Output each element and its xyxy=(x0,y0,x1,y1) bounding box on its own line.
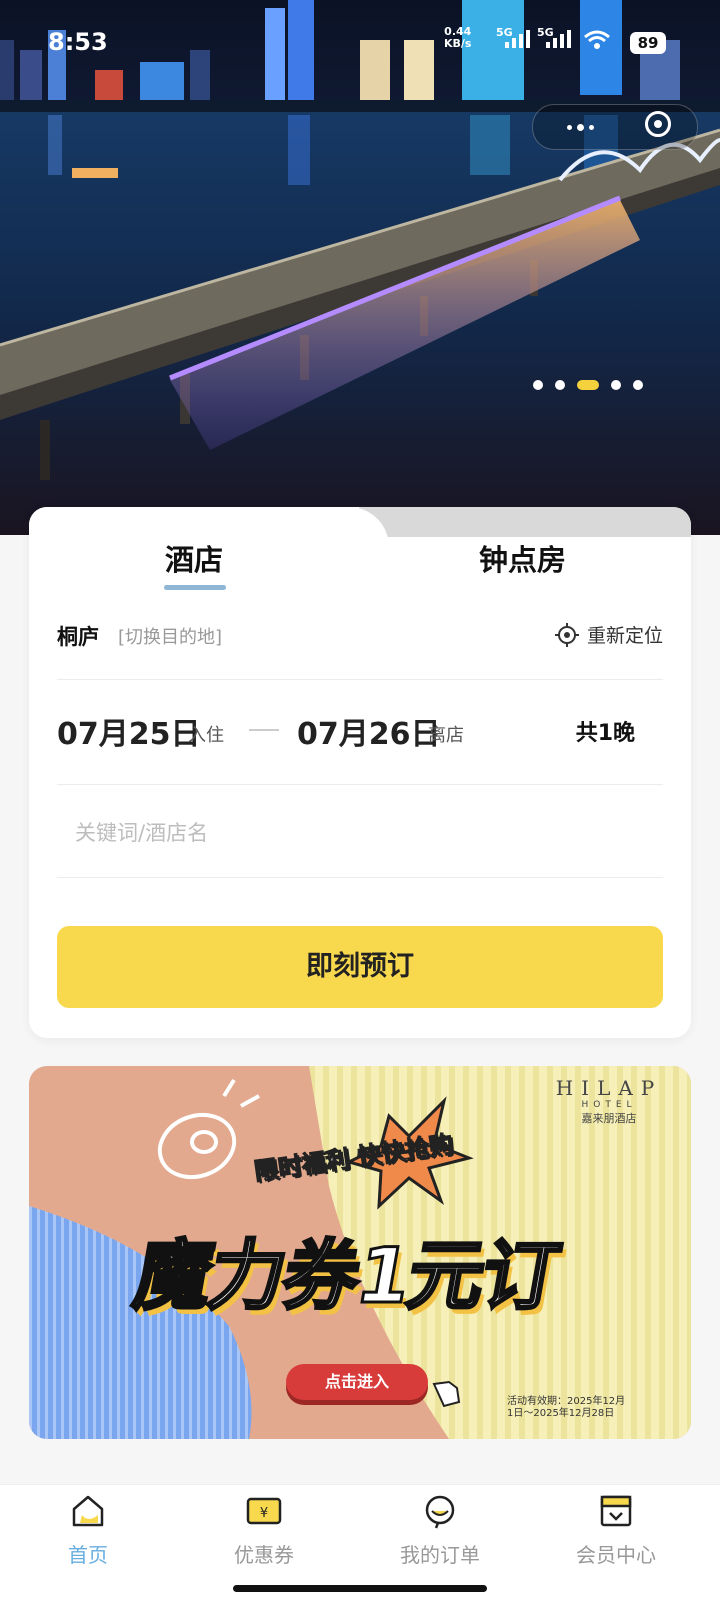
nights-count: 共1晚 xyxy=(575,721,635,746)
brand-name: HILAP xyxy=(555,1076,663,1100)
carousel-indicator xyxy=(533,380,643,390)
home-icon xyxy=(72,1495,104,1527)
promo-validity: 活动有效期：2025年12月 1日～2025年12月28日 xyxy=(507,1396,625,1420)
nav-coupons[interactable]: ¥ 优惠券 xyxy=(204,1493,324,1568)
book-now-button[interactable]: 即刻预订 xyxy=(57,926,663,1008)
signal-2-icon xyxy=(546,30,571,48)
close-target-icon[interactable] xyxy=(645,111,671,137)
nav-member-label: 会员中心 xyxy=(576,1543,656,1567)
nav-home[interactable]: 首页 xyxy=(28,1493,148,1568)
hero-carousel[interactable]: 8:53 0.44 KB/s 5G 5G 89 xyxy=(0,0,720,535)
locate-icon xyxy=(554,622,579,647)
hotel-brand-logo: HILAP HOTEL 嘉来朋酒店 xyxy=(539,1076,679,1126)
checkout-label: 离店 xyxy=(428,725,464,746)
member-icon xyxy=(600,1495,632,1527)
home-indicator[interactable] xyxy=(233,1585,487,1592)
keyword-placeholder: 关键词/酒店名 xyxy=(75,821,209,845)
carousel-dot[interactable] xyxy=(555,380,565,390)
order-icon xyxy=(425,1495,455,1529)
checkin-label: 入住 xyxy=(188,725,224,746)
relocate-button[interactable]: 重新定位 xyxy=(554,621,663,648)
checkout-date[interactable]: 07月26日 xyxy=(297,709,441,753)
checkin-date[interactable]: 07月25日 xyxy=(57,709,201,753)
tab-hotel[interactable]: 酒店 xyxy=(165,537,223,579)
more-icon[interactable] xyxy=(567,124,594,131)
relocate-label: 重新定位 xyxy=(586,625,663,647)
nav-home-label: 首页 xyxy=(68,1543,108,1567)
divider xyxy=(57,784,663,785)
carousel-dot[interactable] xyxy=(533,380,543,390)
destination-row: 桐庐 [切换目的地] 重新定位 xyxy=(57,621,663,651)
nav-member[interactable]: 会员中心 xyxy=(556,1493,676,1568)
carousel-dot[interactable] xyxy=(611,380,621,390)
carousel-dot[interactable] xyxy=(633,380,643,390)
net-speed-unit: KB/s xyxy=(444,37,472,50)
svg-text:¥: ¥ xyxy=(260,1506,268,1521)
divider xyxy=(57,679,663,680)
tab-hourly-room[interactable]: 钟点房 xyxy=(479,537,566,579)
promo-title: 魔力券1元订 xyxy=(127,1230,567,1322)
promo-banner[interactable]: HILAP HOTEL 嘉来朋酒店 限时福利 快快抢购 魔力券1元订 点击进入 … xyxy=(29,1066,691,1439)
status-bar: 8:53 0.44 KB/s 5G 5G 89 xyxy=(0,0,720,88)
divider xyxy=(57,877,663,878)
date-separator xyxy=(249,729,279,731)
city-name[interactable]: 桐庐 xyxy=(57,621,99,651)
enter-promo-button[interactable]: 点击进入 xyxy=(286,1364,428,1400)
nav-coupons-label: 优惠券 xyxy=(234,1543,294,1567)
battery-icon: 89 xyxy=(630,32,666,54)
miniprogram-capsule[interactable] xyxy=(532,104,698,150)
active-tab-underline xyxy=(164,585,226,590)
signal-1-icon xyxy=(505,30,530,48)
brand-chinese-name: 嘉来朋酒店 xyxy=(581,1112,637,1125)
coupon-icon: ¥ xyxy=(246,1497,282,1525)
network-speed: 0.44 KB/s xyxy=(444,26,471,50)
booking-card: 酒店 钟点房 桐庐 [切换目的地] 重新定位 07月25日 入住 07月26日 … xyxy=(29,507,691,1038)
wifi-icon xyxy=(584,30,610,49)
tab-hour-background xyxy=(359,507,691,537)
nav-orders[interactable]: 我的订单 xyxy=(380,1493,500,1568)
brand-subtitle: HOTEL xyxy=(581,1100,637,1110)
status-time: 8:53 xyxy=(48,28,108,56)
validity-line: 活动有效期：2025年12月 xyxy=(507,1396,626,1407)
switch-destination-link[interactable]: [切换目的地] xyxy=(118,623,222,649)
nav-orders-label: 我的订单 xyxy=(400,1543,480,1567)
carousel-dot-active[interactable] xyxy=(577,380,599,390)
validity-line: 1日～2025年12月28日 xyxy=(507,1408,615,1419)
date-row[interactable]: 07月25日 入住 07月26日 离店 共1晚 xyxy=(57,709,663,752)
keyword-search-field[interactable]: 关键词/酒店名 xyxy=(57,817,663,849)
